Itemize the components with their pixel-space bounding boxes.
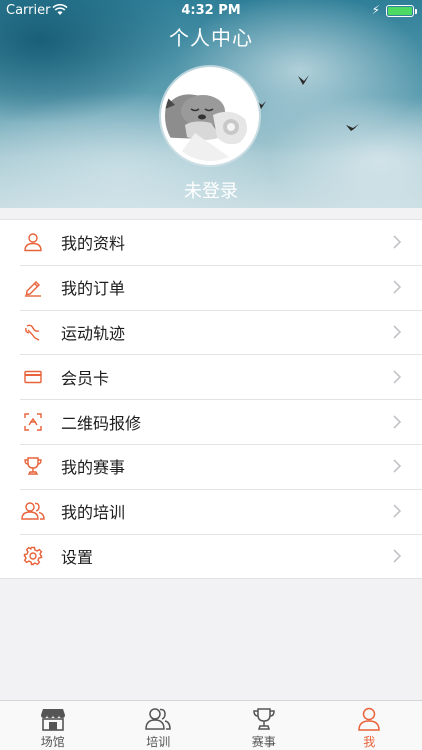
bird-icon (298, 75, 309, 85)
chevron-right-icon (393, 504, 402, 518)
tab-label: 我 (363, 735, 376, 749)
menu-item-membership-card[interactable]: 会员卡 (0, 354, 422, 399)
sleeping-bear-avatar-icon (165, 71, 255, 161)
battery-icon (386, 5, 417, 17)
menu-item-label: 设置 (61, 547, 94, 567)
status-bar: Carrier 4:32 PM ⚡ (0, 0, 422, 22)
clock: 4:32 PM (181, 3, 241, 18)
menu-item-label: 我的订单 (61, 279, 126, 299)
user-icon (21, 230, 45, 254)
menu-item-label: 我的资料 (61, 234, 126, 254)
tab-training[interactable]: 培训 (106, 701, 212, 750)
trophy-icon (21, 454, 45, 478)
chevron-right-icon (393, 280, 402, 294)
tab-bar: 场馆 培训 赛事 我 (0, 700, 422, 750)
chevron-right-icon (393, 415, 402, 429)
track-icon (21, 320, 45, 344)
profile-header: Carrier 4:32 PM ⚡ 个人中心 未登录 (0, 0, 422, 208)
person-icon (356, 706, 382, 732)
menu-item-qr-repair[interactable]: 二维码报修 (0, 399, 422, 444)
login-status-label[interactable]: 未登录 (0, 177, 422, 203)
trophy-icon (251, 706, 277, 732)
avatar[interactable] (161, 67, 259, 165)
profile-menu: 我的资料 我的订单 运动轨迹 会员卡 二维码报修 我的赛事 我的培训 设置 (0, 219, 422, 580)
tab-venues[interactable]: 场馆 (0, 701, 106, 750)
charging-icon: ⚡ (371, 3, 380, 17)
card-icon (21, 365, 45, 389)
chevron-right-icon (393, 235, 402, 249)
tab-events[interactable]: 赛事 (211, 701, 317, 750)
menu-item-my-events[interactable]: 我的赛事 (0, 443, 422, 489)
bird-icon (346, 124, 359, 131)
tab-me[interactable]: 我 (317, 701, 422, 750)
menu-item-label: 会员卡 (61, 368, 110, 388)
menu-item-label: 运动轨迹 (61, 323, 126, 343)
gear-icon (21, 544, 45, 568)
tab-label: 场馆 (40, 735, 65, 749)
menu-item-my-training[interactable]: 我的培训 (0, 488, 422, 534)
menu-item-settings[interactable]: 设置 (0, 533, 422, 579)
chevron-right-icon (393, 459, 402, 473)
chevron-right-icon (393, 325, 402, 339)
store-icon (40, 706, 66, 732)
edit-icon (21, 275, 45, 299)
menu-item-label: 我的赛事 (61, 458, 126, 478)
menu-item-track[interactable]: 运动轨迹 (0, 309, 422, 355)
qr-scan-icon (21, 410, 45, 434)
menu-item-profile[interactable]: 我的资料 (0, 220, 422, 265)
page-title: 个人中心 (169, 26, 253, 50)
chevron-right-icon (393, 549, 402, 563)
tab-label: 培训 (146, 735, 171, 749)
group-icon (21, 499, 45, 523)
menu-item-label: 我的培训 (61, 503, 126, 523)
tab-label: 赛事 (251, 735, 276, 749)
menu-item-label: 二维码报修 (61, 413, 142, 433)
menu-item-orders[interactable]: 我的订单 (0, 264, 422, 310)
group-icon (145, 706, 172, 732)
chevron-right-icon (393, 370, 402, 384)
